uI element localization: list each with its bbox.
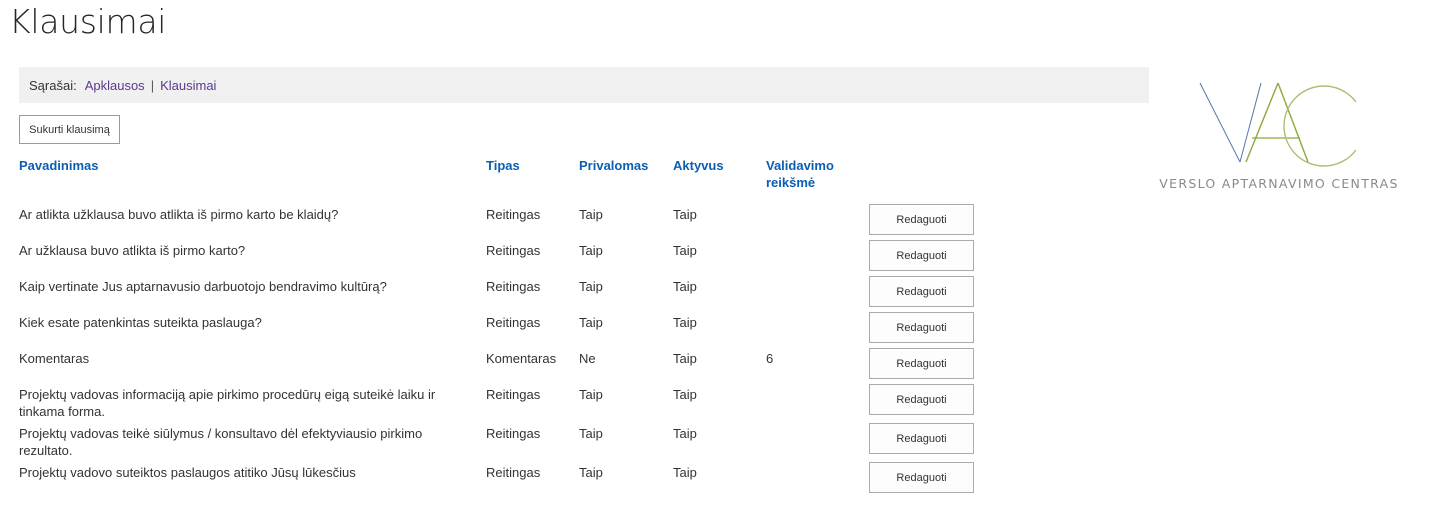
cell-required: Taip	[579, 426, 603, 441]
header-validation-line-1: Validavimo	[766, 158, 834, 173]
cell-name: Ar užklausa buvo atlikta iš pirmo karto?	[19, 242, 245, 259]
cell-name: Kaip vertinate Jus aptarnavusio darbuoto…	[19, 278, 387, 295]
edit-button[interactable]: Redaguoti	[869, 240, 974, 271]
cell-name-line: rezultato.	[19, 443, 73, 458]
cell-required: Taip	[579, 387, 603, 402]
cell-active: Taip	[673, 351, 697, 366]
header-active[interactable]: Aktyvus	[673, 157, 724, 174]
cell-type: Komentaras	[486, 351, 557, 366]
cell-name: Projektų vadovas informaciją apie pirkim…	[19, 386, 435, 420]
header-required[interactable]: Privalomas	[579, 157, 648, 174]
cell-name: Projektų vadovo suteiktos paslaugos atit…	[19, 464, 356, 481]
cell-type: Reitingas	[486, 243, 541, 258]
logo-v-left-stroke	[1199, 82, 1241, 163]
cell-type: Reitingas	[486, 465, 541, 480]
cell-active: Taip	[673, 426, 697, 441]
cell-validation: 6	[766, 351, 774, 366]
cell-active: Taip	[673, 207, 697, 222]
cell-required: Taip	[579, 279, 603, 294]
edit-button[interactable]: Redaguoti	[869, 423, 974, 454]
cell-required: Ne	[579, 351, 596, 366]
cell-name: Komentaras	[19, 350, 89, 367]
header-name[interactable]: Pavadinimas	[19, 157, 99, 174]
cell-active: Taip	[673, 243, 697, 258]
cell-type: Reitingas	[486, 207, 541, 222]
breadcrumb-separator: |	[150, 77, 155, 93]
cell-name-line: Komentaras	[19, 351, 90, 366]
cell-name-line: Projektų vadovo suteiktos paslaugos atit…	[19, 465, 356, 480]
breadcrumb: Sąrašai: Apklausos | Klausimai	[19, 67, 1149, 103]
edit-button[interactable]: Redaguoti	[869, 462, 974, 493]
cell-active: Taip	[673, 279, 697, 294]
cell-active: Taip	[673, 315, 697, 330]
cell-name-line: Projektų vadovas informaciją apie pirkim…	[19, 387, 436, 402]
cell-required: Taip	[579, 315, 603, 330]
cell-active: Taip	[673, 465, 697, 480]
cell-name-line: tinkama forma.	[19, 404, 105, 419]
cell-name-line: Ar atlikta užklausa buvo atlikta iš pirm…	[19, 207, 339, 222]
edit-button[interactable]: Redaguoti	[869, 204, 974, 235]
cell-name-line: Kiek esate patenkintas suteikta paslauga…	[19, 315, 262, 330]
vac-logo: VERSLO APTARNAVIMO CENTRAS	[1159, 82, 1398, 191]
breadcrumb-label: Sąrašai:	[29, 77, 77, 93]
cell-required: Taip	[579, 207, 603, 222]
cell-type: Reitingas	[486, 279, 541, 294]
breadcrumb-link-klausimai[interactable]: Klausimai	[160, 78, 216, 93]
header-type[interactable]: Tipas	[486, 157, 520, 174]
cell-name: Projektų vadovas teikė siūlymus / konsul…	[19, 425, 422, 459]
header-validation-line-2: reikšmė	[766, 175, 816, 190]
edit-button[interactable]: Redaguoti	[869, 384, 974, 415]
cell-active: Taip	[673, 387, 697, 402]
cell-required: Taip	[579, 465, 603, 480]
cell-type: Reitingas	[486, 387, 541, 402]
edit-button[interactable]: Redaguoti	[869, 312, 974, 343]
cell-name: Ar atlikta užklausa buvo atlikta iš pirm…	[19, 206, 338, 223]
edit-button[interactable]: Redaguoti	[869, 276, 974, 307]
cell-name-line: Ar užklausa buvo atlikta iš pirmo karto?	[19, 243, 246, 258]
edit-button[interactable]: Redaguoti	[869, 348, 974, 379]
page-title: Klausimai	[9, 2, 167, 41]
cell-name-line: Projektų vadovas teikė siūlymus / konsul…	[19, 426, 423, 441]
logo-a-right-stroke	[1277, 82, 1309, 163]
cell-required: Taip	[579, 243, 603, 258]
cell-type: Reitingas	[486, 426, 541, 441]
cell-type: Reitingas	[486, 315, 541, 330]
header-validation[interactable]: Validavimo reikšmė	[766, 157, 834, 191]
cell-name: Kiek esate patenkintas suteikta paslauga…	[19, 314, 262, 331]
cell-name-line: Kaip vertinate Jus aptarnavusio darbuoto…	[19, 279, 387, 294]
create-question-button[interactable]: Sukurti klausimą	[19, 115, 120, 144]
logo-caption: VERSLO APTARNAVIMO CENTRAS	[1159, 176, 1398, 191]
breadcrumb-link-apklausos[interactable]: Apklausos	[85, 78, 145, 93]
